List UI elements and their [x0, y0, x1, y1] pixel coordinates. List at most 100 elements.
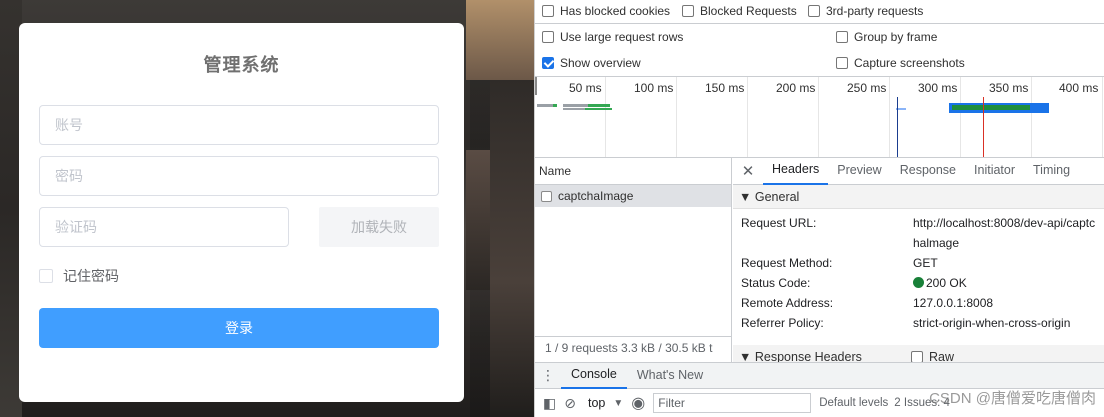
clear-console-icon[interactable]: ⊘ — [564, 395, 576, 412]
overview-marker — [535, 77, 537, 95]
request-bar — [563, 104, 588, 107]
tab-console[interactable]: Console — [561, 362, 627, 389]
tab-timing[interactable]: Timing — [1024, 157, 1079, 184]
network-overview[interactable]: 50 ms 100 ms 150 ms 200 ms 250 ms 300 ms… — [535, 77, 1104, 157]
captcha-image[interactable]: 加载失败 — [319, 207, 439, 247]
status-text: 200 OK — [926, 276, 967, 290]
eye-icon[interactable]: ◉ — [631, 393, 645, 413]
tick-label: 400 ms — [1059, 81, 1099, 95]
method-value: GET — [913, 256, 938, 270]
remote-address-value: 127.0.0.1:8008 — [913, 296, 994, 310]
name-column-header[interactable]: Name — [535, 157, 731, 185]
request-bar — [553, 104, 557, 107]
request-bar — [537, 104, 553, 107]
password-input[interactable]: 密码 — [39, 156, 439, 196]
devtools-panel: Has blocked cookies Blocked Requests 3rd… — [534, 0, 1104, 417]
remember-label: 记住密码 — [63, 268, 119, 284]
tab-response[interactable]: Response — [891, 157, 965, 184]
checkbox-icon[interactable] — [808, 5, 820, 17]
raw-toggle[interactable]: Raw — [911, 345, 954, 362]
console-filter-input[interactable]: Filter — [653, 393, 812, 413]
grid-line — [747, 77, 748, 157]
more-vertical-icon[interactable]: ⋮ — [535, 367, 561, 384]
general-section-header[interactable]: ▼ General — [733, 185, 1104, 209]
checkbox-icon[interactable] — [682, 5, 694, 17]
tick-label: 50 ms — [569, 81, 602, 95]
tick-label: 100 ms — [634, 81, 674, 95]
section-title: Response Headers — [754, 350, 862, 362]
tab-preview[interactable]: Preview — [828, 157, 890, 184]
tick-label: 200 ms — [776, 81, 816, 95]
context-selector[interactable]: top — [588, 396, 605, 410]
log-levels-dropdown[interactable]: Default levels — [819, 397, 888, 409]
request-url-value: http://localhost:8008/dev-api/captc — [913, 216, 1096, 230]
grid-line — [1031, 77, 1032, 157]
option-label: 3rd-party requests — [826, 4, 924, 18]
page-title: 管理系统 — [203, 55, 280, 75]
expand-triangle-icon: ▼ — [739, 350, 752, 362]
option-label: Group by frame — [854, 30, 938, 44]
option-large-rows[interactable]: Use large request rows — [542, 30, 683, 44]
status-ok-icon — [913, 277, 924, 288]
option-blocked-cookies[interactable]: Has blocked cookies — [542, 4, 670, 18]
username-input[interactable]: 账号 — [39, 105, 439, 145]
sidebar-toggle-icon[interactable]: ◧ — [543, 395, 556, 412]
status-value: 200 OK — [913, 276, 967, 290]
raw-label: Raw — [929, 350, 955, 362]
request-bar — [588, 104, 610, 107]
request-bar — [952, 105, 1030, 110]
grid-line — [1102, 77, 1103, 157]
request-name: captchaImage — [558, 189, 634, 203]
divider — [535, 23, 1104, 24]
checkbox-icon[interactable] — [836, 57, 848, 69]
option-blocked-requests[interactable]: Blocked Requests — [682, 4, 797, 18]
watermark: CSDN @唐僧爱吃唐僧肉 — [929, 390, 1096, 407]
request-url-value-cont: halmage — [913, 236, 960, 250]
chevron-down-icon[interactable]: ▼ — [613, 398, 623, 409]
request-bar — [563, 108, 585, 110]
expand-triangle-icon: ▼ — [739, 190, 752, 204]
grid-line — [889, 77, 890, 157]
option-group-by-frame[interactable]: Group by frame — [836, 30, 937, 44]
checkbox-icon[interactable] — [542, 5, 554, 17]
checkbox-icon[interactable] — [542, 31, 554, 43]
captcha-input[interactable]: 验证码 — [39, 207, 289, 247]
request-bar — [585, 108, 612, 110]
login-card: 管理系统 账号 密码 验证码 加载失败 记住密码 登录 — [19, 23, 464, 402]
option-show-overview[interactable]: Show overview — [542, 56, 641, 70]
request-list: Name captchaImage — [535, 157, 732, 362]
checkbox-checked-icon[interactable] — [542, 57, 554, 69]
drawer-tabs: ⋮ Console What's New — [535, 362, 1104, 389]
request-url-label: Request URL: — [741, 216, 817, 230]
option-label: Use large request rows — [560, 30, 684, 44]
tick-label: 150 ms — [705, 81, 745, 95]
tab-whats-new[interactable]: What's New — [627, 363, 713, 388]
tick-label: 300 ms — [918, 81, 958, 95]
grid-line — [818, 77, 819, 157]
remember-me[interactable]: 记住密码 — [39, 266, 119, 286]
grid-line — [676, 77, 677, 157]
option-label: Blocked Requests — [700, 4, 797, 18]
tab-initiator[interactable]: Initiator — [965, 157, 1024, 184]
method-label: Request Method: — [741, 256, 833, 270]
tab-headers[interactable]: Headers — [763, 157, 829, 185]
detail-tabs: ✕ Headers Preview Response Initiator Tim… — [733, 157, 1104, 185]
option-label: Show overview — [560, 56, 641, 70]
status-label: Status Code: — [741, 276, 811, 290]
remember-checkbox[interactable] — [39, 269, 53, 283]
login-button[interactable]: 登录 — [39, 308, 439, 348]
option-label: Has blocked cookies — [560, 4, 671, 18]
request-row[interactable]: captchaImage — [535, 185, 731, 207]
option-third-party[interactable]: 3rd-party requests — [808, 4, 923, 18]
dom-content-loaded-line — [897, 97, 898, 157]
checkbox-icon[interactable] — [911, 351, 923, 362]
response-headers-section-header[interactable]: ▼ Response Headers Raw — [733, 345, 1104, 362]
checkbox-icon[interactable] — [836, 31, 848, 43]
close-icon[interactable]: ✕ — [733, 162, 763, 180]
background-post — [490, 80, 534, 417]
tick-label: 250 ms — [847, 81, 887, 95]
grid-line — [605, 77, 606, 157]
document-icon — [541, 190, 552, 202]
load-event-line — [983, 97, 984, 157]
option-capture-screenshots[interactable]: Capture screenshots — [836, 56, 965, 70]
